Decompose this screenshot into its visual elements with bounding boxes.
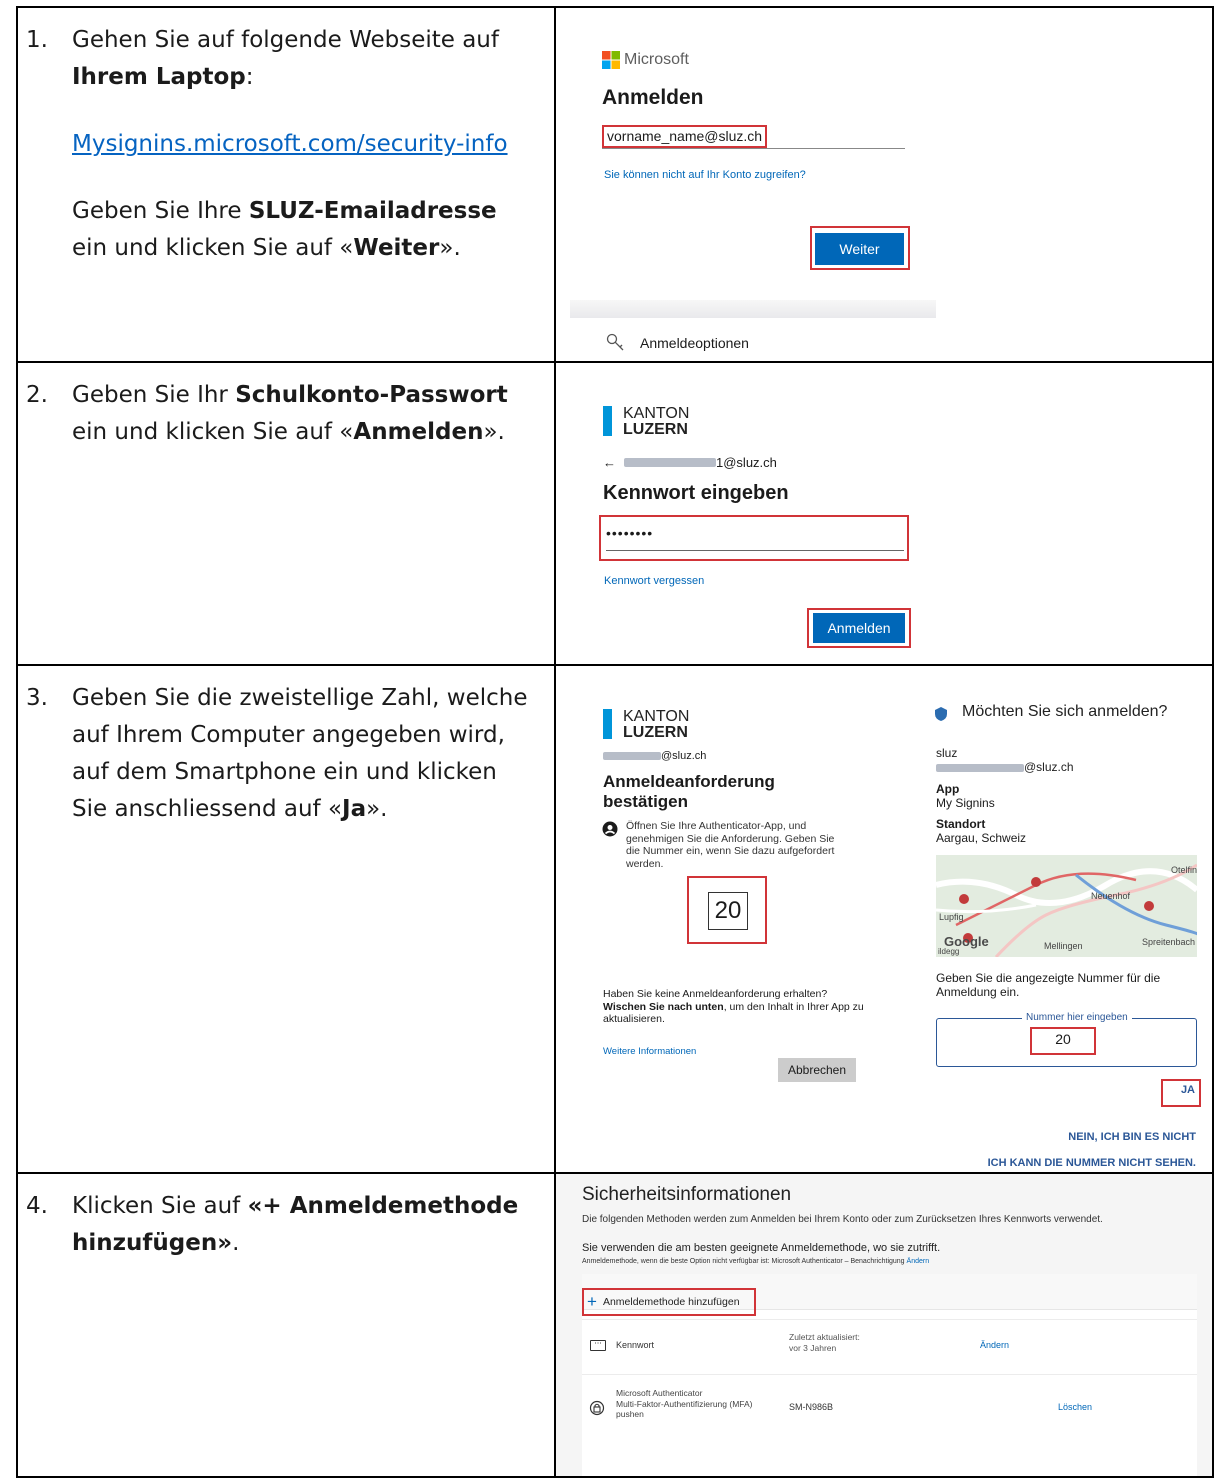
signin-button[interactable]: Anmelden [813, 613, 905, 643]
redacted-name [624, 458, 716, 467]
password-title: Kennwort eingeben [603, 482, 789, 504]
location-map[interactable]: Otelfin Neuenhof Lupfig Spreitenbach Mel… [936, 855, 1197, 957]
step-2-text: 2. Geben Sie Ihr Schulkonto-Passwort ein… [18, 363, 556, 664]
password-icon: ··· [590, 1340, 606, 1351]
deny-button[interactable]: NEIN, ICH BIN ES NICHT [1068, 1131, 1196, 1143]
email-underline [602, 148, 905, 149]
step-row-4: 4. Klicken Sie auf «+ Anmeldemethode hin… [18, 1174, 1214, 1478]
email-input[interactable]: vorname_name@sluz.ch [602, 125, 768, 148]
microsoft-logo: Microsoft [602, 51, 689, 69]
step-4-screenshot: Sicherheitsinformationen Die folgenden M… [556, 1174, 1214, 1476]
change-password-link[interactable]: Ändern [980, 1340, 1009, 1350]
best-method-text: Sie verwenden die am besten geeignete An… [582, 1242, 941, 1254]
step-3-screenshot: KANTON LUZERN @sluz.ch Anmeldeanforderung… [556, 666, 1214, 1172]
more-info-link[interactable]: Weitere Informationen [603, 1046, 696, 1057]
method-name: Kennwort [616, 1340, 655, 1350]
authenticator-lock-icon [589, 1400, 605, 1420]
step-3-text: 3. Geben Sie die zweistellige Zahl, welc… [18, 666, 556, 1172]
step-row-2: 2. Geben Sie Ihr Schulkonto-Passwort ein… [18, 363, 1214, 666]
back-arrow-icon[interactable]: ← [603, 455, 616, 470]
kanton-luzern-logo: KANTON LUZERN [603, 406, 689, 438]
fallback-text: Anmeldemethode, wenn die beste Option ni… [582, 1258, 930, 1265]
method-updated: Zuletzt aktualisiert: vor 3 Jahren [789, 1332, 860, 1353]
method-name: Microsoft Authenticator Multi-Faktor-Aut… [616, 1388, 753, 1419]
key-icon [606, 333, 626, 357]
location-info: Standort Aargau, Schweiz [936, 817, 1027, 845]
step-number: 4. [26, 1193, 48, 1219]
step-number: 1. [26, 27, 48, 53]
authenticator-icon [602, 821, 618, 841]
step-number: 3. [26, 685, 48, 711]
authenticator-app-icon [935, 706, 947, 725]
phone-title: Möchten Sie sich anmelden? [962, 703, 1168, 720]
enter-number-text: Geben Sie die angezeigte Nummer für die … [936, 971, 1161, 999]
step-2-screenshot: KANTON LUZERN ← 1@sluz.ch Kennwort eingeb… [556, 363, 1214, 664]
device-name: SM-N986B [789, 1402, 834, 1412]
step-number: 2. [26, 382, 48, 408]
instruction-table: 1. Gehen Sie auf folgende Webseite auf I… [16, 6, 1214, 1478]
step-row-3: 3. Geben Sie die zweistellige Zahl, welc… [18, 666, 1214, 1174]
no-access-link[interactable]: Sie können nicht auf Ihr Konto zugreifen… [604, 169, 806, 181]
step-1-screenshot: Microsoft Anmelden vorname_name@sluz.ch … [556, 8, 1214, 361]
microsoft-icon [602, 51, 620, 69]
forgot-password-link[interactable]: Kennwort vergessen [604, 575, 704, 587]
password-input[interactable]: •••••••• [606, 525, 904, 551]
number-field-value: 20 [1055, 1031, 1071, 1047]
confirm-title: Anmeldeanforderung bestätigen [603, 772, 775, 811]
security-info-link[interactable]: Mysignins.microsoft.com/security-info [72, 131, 508, 157]
cancel-button[interactable]: Abbrechen [778, 1058, 856, 1082]
step-1-text: 1. Gehen Sie auf folgende Webseite auf I… [18, 8, 556, 361]
plus-icon: + [587, 1292, 597, 1311]
step-4-text: 4. Klicken Sie auf «+ Anmeldemethode hin… [18, 1174, 556, 1476]
account-email: @sluz.ch [603, 750, 706, 762]
yes-button[interactable]: JA [1161, 1084, 1201, 1096]
add-method-button[interactable]: + Anmeldemethode hinzufügen [587, 1293, 740, 1310]
delete-method-link[interactable]: Löschen [1058, 1402, 1092, 1412]
app-info: App My Signins [936, 782, 995, 810]
signin-title: Anmelden [602, 86, 704, 109]
fallback-change-link[interactable]: Ändern [907, 1258, 930, 1265]
next-button[interactable]: Weiter [815, 233, 904, 265]
divider-band [570, 300, 936, 318]
step-text: Gehen Sie auf folgende Webseite auf [72, 27, 499, 53]
phone-account: sluz @sluz.ch [936, 746, 1074, 774]
cant-see-button[interactable]: ICH KANN DIE NUMMER NICHT SEHEN. [988, 1157, 1196, 1169]
google-logo: Google [944, 934, 989, 949]
bold-text: Ihrem Laptop [72, 64, 246, 90]
security-info-desc: Die folgenden Methoden werden zum Anmeld… [582, 1214, 1103, 1225]
account-email: ← 1@sluz.ch [603, 455, 777, 470]
security-info-title: Sicherheitsinformationen [582, 1184, 792, 1205]
kanton-luzern-logo: KANTON LUZERN [603, 709, 689, 741]
no-request-text: Haben Sie keine Anmeldeanforderung erhal… [603, 988, 864, 1025]
signin-options[interactable]: Anmeldeoptionen [640, 335, 749, 351]
approval-number: 20 [708, 892, 748, 930]
number-field-label: Nummer hier eingeben [1022, 1012, 1132, 1023]
authenticator-instruction: Öffnen Sie Ihre Authenticator-App, und g… [626, 820, 835, 870]
step-row-1: 1. Gehen Sie auf folgende Webseite auf I… [18, 8, 1214, 363]
